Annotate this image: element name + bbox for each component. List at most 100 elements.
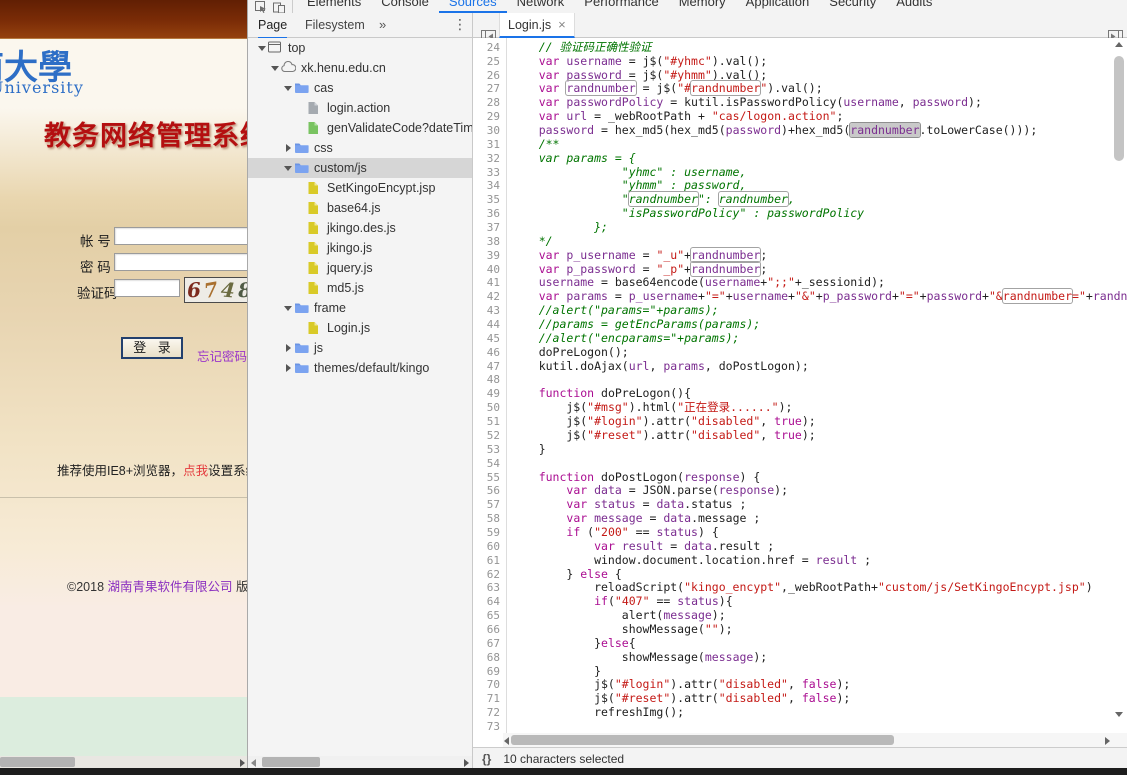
password-input[interactable]	[114, 253, 247, 271]
editor-tab-loginjs[interactable]: Login.js ×	[499, 13, 575, 38]
code-text[interactable]: var data = JSON.parse(response);	[507, 484, 788, 498]
code-text[interactable]: alert(message);	[507, 609, 726, 623]
code-text[interactable]: // 验证码正确性验证	[507, 41, 651, 55]
editor-horizontal-scrollbar[interactable]	[503, 733, 1127, 747]
disclosure-expanded-icon[interactable]	[256, 46, 268, 51]
tree-item-themes-default-kingo[interactable]: themes/default/kingo	[248, 358, 472, 378]
code-text[interactable]: window.document.location.href = result ;	[507, 554, 871, 568]
code-text[interactable]: if("407" == status){	[507, 595, 733, 609]
navigator-scrollbar-left-arrow[interactable]	[251, 759, 256, 767]
code-text[interactable]: var status = data.status ;	[507, 498, 746, 512]
disclosure-collapsed-icon[interactable]	[282, 144, 294, 152]
line-number[interactable]: 39	[473, 249, 507, 263]
panel-tab-application[interactable]: Application	[736, 0, 820, 13]
tree-item-cas[interactable]: cas	[248, 78, 472, 98]
line-number[interactable]: 53	[473, 443, 507, 457]
line-number[interactable]: 27	[473, 82, 507, 96]
line-number[interactable]: 33	[473, 166, 507, 180]
code-text[interactable]: //params = getEncParams(params);	[507, 318, 760, 332]
line-number[interactable]: 34	[473, 179, 507, 193]
code-text[interactable]: function doPostLogon(response) {	[507, 471, 760, 485]
code-text[interactable]: var randnumber = j$("#randnumber").val()…	[507, 82, 823, 96]
code-text[interactable]	[507, 720, 511, 734]
code-text[interactable]: reloadScript("kingo_encypt",_webRootPath…	[507, 581, 1093, 595]
line-number[interactable]: 54	[473, 457, 507, 471]
line-number[interactable]: 26	[473, 69, 507, 83]
line-number[interactable]: 37	[473, 221, 507, 235]
code-text[interactable]: kutil.doAjax(url, params, doPostLogon);	[507, 360, 809, 374]
line-number[interactable]: 40	[473, 263, 507, 277]
panel-tab-network[interactable]: Network	[507, 0, 575, 13]
code-text[interactable]: showMessage(message);	[507, 651, 767, 665]
more-tabs-chevron-icon[interactable]: »	[379, 13, 386, 37]
disclosure-expanded-icon[interactable]	[282, 166, 294, 171]
line-number[interactable]: 72	[473, 706, 507, 720]
editor-hscroll-right-arrow[interactable]	[1105, 737, 1110, 745]
panel-tab-memory[interactable]: Memory	[669, 0, 736, 13]
code-text[interactable]	[507, 457, 511, 471]
line-number[interactable]: 66	[473, 623, 507, 637]
line-number[interactable]: 36	[473, 207, 507, 221]
code-text[interactable]: j$("#reset").attr("disabled", false);	[507, 692, 850, 706]
line-number[interactable]: 43	[473, 304, 507, 318]
line-number[interactable]: 51	[473, 415, 507, 429]
navigator-menu-icon[interactable]: ⋮	[453, 13, 467, 37]
line-number[interactable]: 45	[473, 332, 507, 346]
disclosure-expanded-icon[interactable]	[282, 306, 294, 311]
disclosure-expanded-icon[interactable]	[269, 66, 281, 71]
code-text[interactable]	[507, 373, 511, 387]
code-text[interactable]: }	[507, 443, 546, 457]
code-text[interactable]: //alert("encparams="+params);	[507, 332, 739, 346]
line-number[interactable]: 68	[473, 651, 507, 665]
editor-hscroll-thumb[interactable]	[511, 735, 894, 745]
code-text[interactable]: function doPreLogon(){	[507, 387, 691, 401]
line-number[interactable]: 29	[473, 110, 507, 124]
code-text[interactable]: j$("#reset").attr("disabled", true);	[507, 429, 816, 443]
line-number[interactable]: 65	[473, 609, 507, 623]
code-text[interactable]: var url = _webRootPath + "cas/logon.acti…	[507, 110, 843, 124]
tree-item-jquery-js[interactable]: jquery.js	[248, 258, 472, 278]
line-number[interactable]: 48	[473, 373, 507, 387]
close-tab-icon[interactable]: ×	[558, 17, 566, 32]
tree-item-base64-js[interactable]: base64.js	[248, 198, 472, 218]
tree-item-genvalidatecode-datetime-[interactable]: genValidateCode?dateTime=	[248, 118, 472, 138]
line-number[interactable]: 31	[473, 138, 507, 152]
code-text[interactable]: var username = j$("#yhmc").val();	[507, 55, 767, 69]
code-text[interactable]: }	[507, 665, 601, 679]
code-text[interactable]: */	[507, 235, 553, 249]
page-scrollbar-thumb[interactable]	[0, 757, 75, 767]
code-text[interactable]: var params = p_username+"="+username+"&"…	[507, 290, 1127, 304]
code-text[interactable]: }else{	[507, 637, 636, 651]
tab-filesystem[interactable]: Filesystem	[305, 13, 365, 37]
inspect-element-icon[interactable]	[252, 0, 270, 13]
tree-item-login-action[interactable]: login.action	[248, 98, 472, 118]
line-number[interactable]: 67	[473, 637, 507, 651]
disclosure-collapsed-icon[interactable]	[282, 364, 294, 372]
code-text[interactable]: };	[507, 221, 608, 235]
line-number[interactable]: 64	[473, 595, 507, 609]
line-number[interactable]: 50	[473, 401, 507, 415]
code-text[interactable]: j$("#login").attr("disabled", true);	[507, 415, 816, 429]
line-number[interactable]: 62	[473, 568, 507, 582]
panel-tab-performance[interactable]: Performance	[574, 0, 668, 13]
code-text[interactable]: j$("#login").attr("disabled", false);	[507, 678, 850, 692]
line-number[interactable]: 25	[473, 55, 507, 69]
code-text[interactable]: j$("#msg").html("正在登录......");	[507, 401, 792, 415]
navigator-scrollbar-right-arrow[interactable]	[464, 759, 469, 767]
tree-item-top[interactable]: top	[248, 38, 472, 58]
code-text[interactable]: "isPasswordPolicy" : passwordPolicy	[507, 207, 864, 221]
panel-tab-audits[interactable]: Audits	[886, 0, 942, 13]
code-text[interactable]: refreshImg();	[507, 706, 684, 720]
code-text[interactable]: "randnumber": randnumber,	[507, 193, 795, 207]
tip-click-me-link[interactable]: 点我	[183, 464, 208, 478]
navigator-horizontal-scrollbar[interactable]	[248, 756, 472, 768]
line-number[interactable]: 44	[473, 318, 507, 332]
editor-hscroll-left-arrow[interactable]	[504, 737, 509, 745]
company-link[interactable]: 湖南青果软件有限公司	[108, 580, 233, 594]
panel-tab-sources[interactable]: Sources	[439, 0, 507, 13]
tree-item-jkingo-des-js[interactable]: jkingo.des.js	[248, 218, 472, 238]
code-text[interactable]: doPreLogon();	[507, 346, 629, 360]
code-text[interactable]: var params = {	[507, 152, 636, 166]
panel-tab-security[interactable]: Security	[819, 0, 886, 13]
code-text[interactable]: var result = data.result ;	[507, 540, 774, 554]
